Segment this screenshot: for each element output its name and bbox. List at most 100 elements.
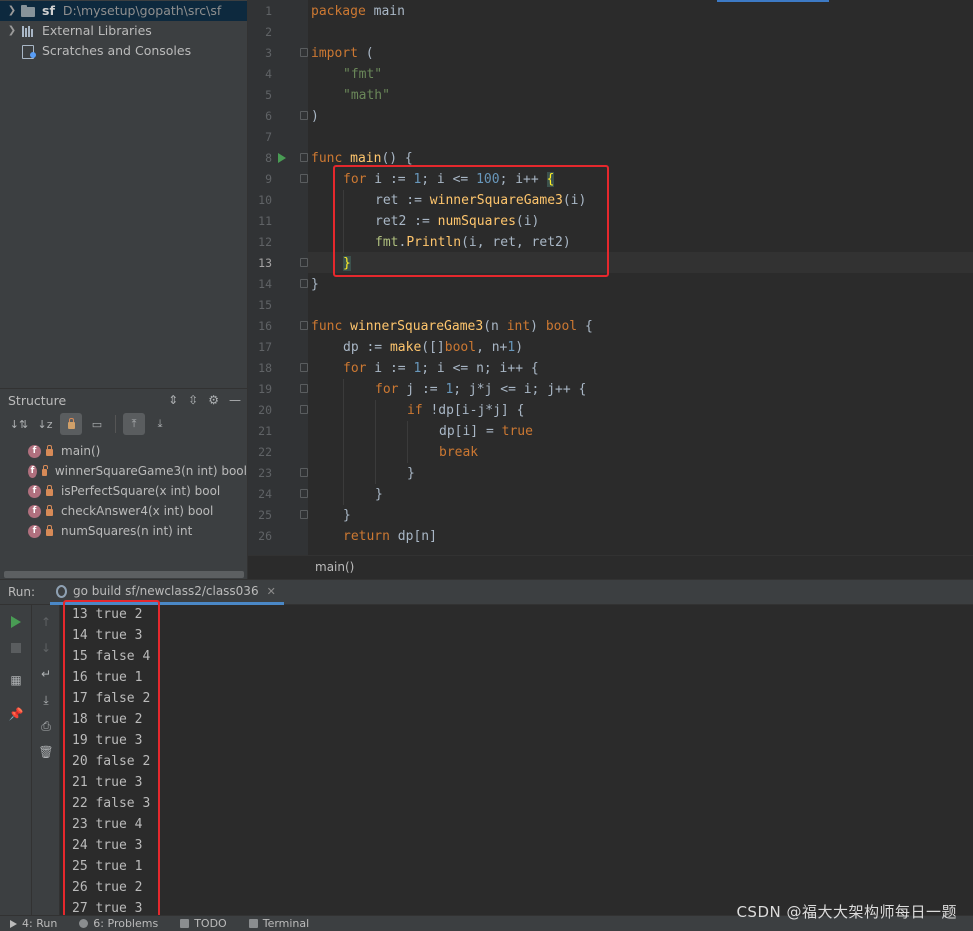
line-number: 5 (265, 88, 272, 102)
sort-by-type-icon[interactable]: ↓⇅ (8, 413, 30, 435)
line-number: 14 (258, 277, 272, 291)
tree-item-sf[interactable]: ❯ sf D:\mysetup\gopath\src\sf (0, 1, 247, 21)
line-number: 23 (258, 466, 272, 480)
breadcrumb[interactable]: main() (248, 555, 973, 579)
code-line: if !dp[i-j*j] { (407, 403, 525, 418)
stop-icon[interactable] (0, 637, 32, 659)
tree-item-label: sf (42, 3, 55, 18)
code-line: "math" (343, 88, 390, 103)
console-output[interactable]: 13 true 2 14 true 3 15 false 4 16 true 1… (64, 605, 973, 916)
run-gutter-icon[interactable] (278, 153, 286, 163)
rerun-icon[interactable] (0, 611, 32, 633)
code-line: } (311, 277, 319, 292)
tool-tab-run[interactable]: 4: Run (10, 917, 57, 930)
function-icon: f (28, 464, 37, 478)
fold-marker-icon[interactable] (300, 279, 308, 288)
tool-tab-problems[interactable]: 6: Problems (79, 917, 158, 930)
function-icon: f (28, 484, 41, 498)
fold-marker-icon[interactable] (300, 489, 308, 498)
fold-marker-icon[interactable] (300, 468, 308, 477)
code-line: dp := make([]bool, n+1) (343, 340, 524, 355)
fold-marker-icon[interactable] (300, 384, 308, 393)
code-line: import ( (311, 46, 374, 61)
tree-item-external-libraries[interactable]: ❯ External Libraries (0, 21, 247, 41)
scroll-to-end-icon[interactable]: ⤓ (32, 689, 60, 711)
run-label: Run: (8, 585, 36, 599)
fold-marker-icon[interactable] (300, 258, 308, 267)
show-non-public-icon[interactable] (60, 413, 82, 435)
code-line: break (439, 445, 479, 460)
code-editor[interactable]: 1 2 3 4 5 6 7 8 9 10 11 12 13 14 15 16 1… (247, 0, 973, 579)
structure-item-label: main() (61, 444, 101, 458)
line-number: 20 (258, 403, 272, 417)
structure-item-label: isPerfectSquare(x int) bool (61, 484, 221, 498)
structure-item-isperfectsquare[interactable]: f isPerfectSquare(x int) bool (0, 481, 247, 501)
line-number: 2 (265, 25, 272, 39)
autoscroll-to-source-icon[interactable]: ⤒ (123, 413, 145, 435)
line-number: 18 (258, 361, 272, 375)
lock-icon (46, 504, 53, 516)
arrow-up-icon[interactable]: ↑ (32, 611, 60, 633)
show-fields-icon[interactable]: ▭ (86, 413, 108, 435)
breadcrumb-item[interactable]: main() (315, 560, 354, 574)
code-line: func winnerSquareGame3(n int) bool { (311, 319, 593, 334)
minimize-icon[interactable]: — (229, 393, 241, 407)
scratch-icon (20, 44, 38, 59)
pin-icon[interactable]: 📌 (0, 703, 32, 725)
structure-item-winnersquaregame3[interactable]: f winnerSquareGame3(n int) bool (0, 461, 247, 481)
line-number: 6 (265, 109, 272, 123)
trash-icon[interactable]: 🗑 (32, 741, 60, 763)
fold-marker-icon[interactable] (300, 48, 308, 57)
tool-tab-todo[interactable]: TODO (180, 917, 227, 930)
structure-title: Structure (8, 392, 67, 408)
fold-marker-icon[interactable] (300, 405, 308, 414)
line-number: 22 (258, 445, 272, 459)
structure-item-label: winnerSquareGame3(n int) bool (54, 464, 247, 478)
code-line: } (343, 508, 351, 523)
tool-tab-terminal[interactable]: Terminal (248, 917, 309, 930)
run-toolbar: ▦ 📌 (0, 605, 32, 916)
highlight-box-output (63, 600, 160, 922)
fold-marker-icon[interactable] (300, 153, 308, 162)
fold-marker-icon[interactable] (300, 111, 308, 120)
collapse-all-icon[interactable]: ⇳ (188, 393, 198, 407)
fold-marker-icon[interactable] (300, 321, 308, 330)
lock-icon (46, 444, 53, 456)
tree-item-scratches[interactable]: Scratches and Consoles (0, 41, 247, 61)
structure-item-main[interactable]: f main() (0, 441, 247, 461)
chevron-right-icon[interactable]: ❯ (4, 21, 20, 41)
arrow-down-icon[interactable]: ↓ (32, 637, 60, 659)
structure-toolbar: ↓⇅ ↓z ▭ ⤒ ⤓ (0, 411, 247, 437)
line-number: 13 (258, 256, 272, 270)
code-line: package main (311, 4, 405, 19)
gear-icon[interactable]: ⚙ (208, 393, 219, 407)
play-icon (10, 919, 17, 928)
go-icon (56, 584, 67, 598)
function-icon: f (28, 524, 41, 538)
chevron-right-icon[interactable]: ❯ (4, 1, 20, 21)
line-number: 7 (265, 130, 272, 144)
print-icon[interactable]: ⎙ (32, 715, 60, 737)
fold-marker-icon[interactable] (300, 174, 308, 183)
line-number: 17 (258, 340, 272, 354)
code-line: for i := 1; i <= n; i++ { (343, 361, 539, 376)
fold-marker-icon[interactable] (300, 363, 308, 372)
code-line: } (407, 466, 415, 481)
line-number: 21 (258, 424, 272, 438)
lock-icon (41, 464, 48, 476)
layout-icon[interactable]: ▦ (0, 669, 32, 691)
code-line: "fmt" (343, 67, 383, 82)
soft-wrap-icon[interactable]: ↵ (32, 663, 60, 685)
watermark: CSDN @福大大架构师每日一题 (736, 903, 957, 921)
structure-item-numsquares[interactable]: f numSquares(n int) int (0, 521, 247, 541)
autoscroll-from-source-icon[interactable]: ⤓ (149, 413, 171, 435)
sort-alphabetically-icon[interactable]: ↓z (34, 413, 56, 435)
line-number: 24 (258, 487, 272, 501)
structure-panel: Structure ⇕ ⇳ ⚙ — ↓⇅ ↓z ▭ ⤒ ⤓ f main() f… (0, 388, 247, 579)
structure-item-checkanswer4[interactable]: f checkAnswer4(x int) bool (0, 501, 247, 521)
lock-icon (46, 484, 53, 496)
expand-all-icon[interactable]: ⇕ (168, 393, 178, 407)
function-icon: f (28, 444, 41, 458)
close-icon[interactable]: ✕ (267, 579, 276, 604)
fold-marker-icon[interactable] (300, 510, 308, 519)
